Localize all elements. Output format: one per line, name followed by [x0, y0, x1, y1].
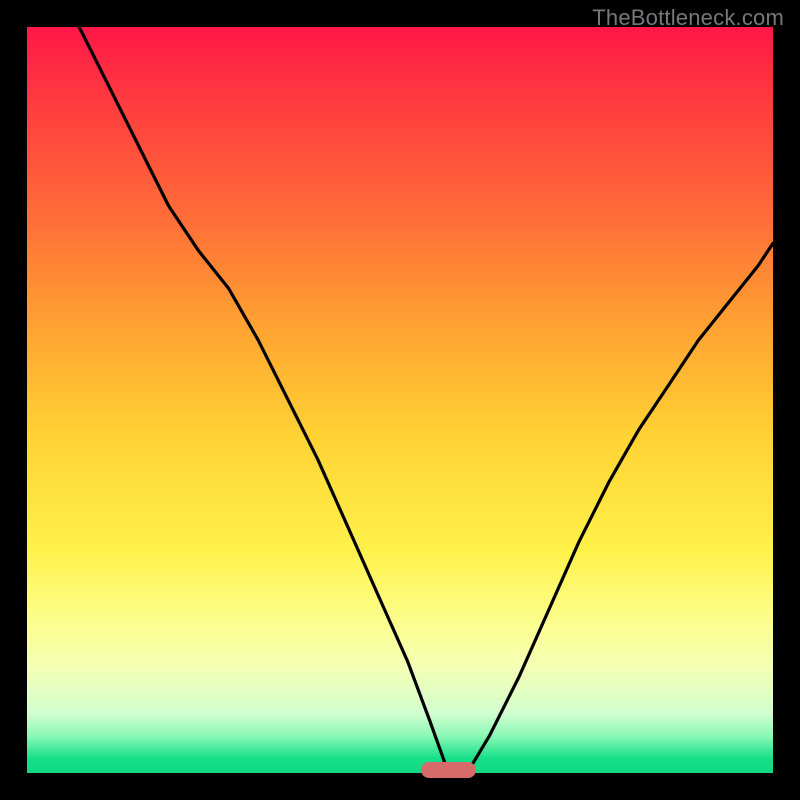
watermark-text: TheBottleneck.com — [592, 5, 784, 31]
chart-container: TheBottleneck.com — [0, 0, 800, 800]
optimal-marker — [421, 762, 477, 778]
bottleneck-curve — [27, 27, 773, 773]
plot-area — [27, 27, 773, 773]
